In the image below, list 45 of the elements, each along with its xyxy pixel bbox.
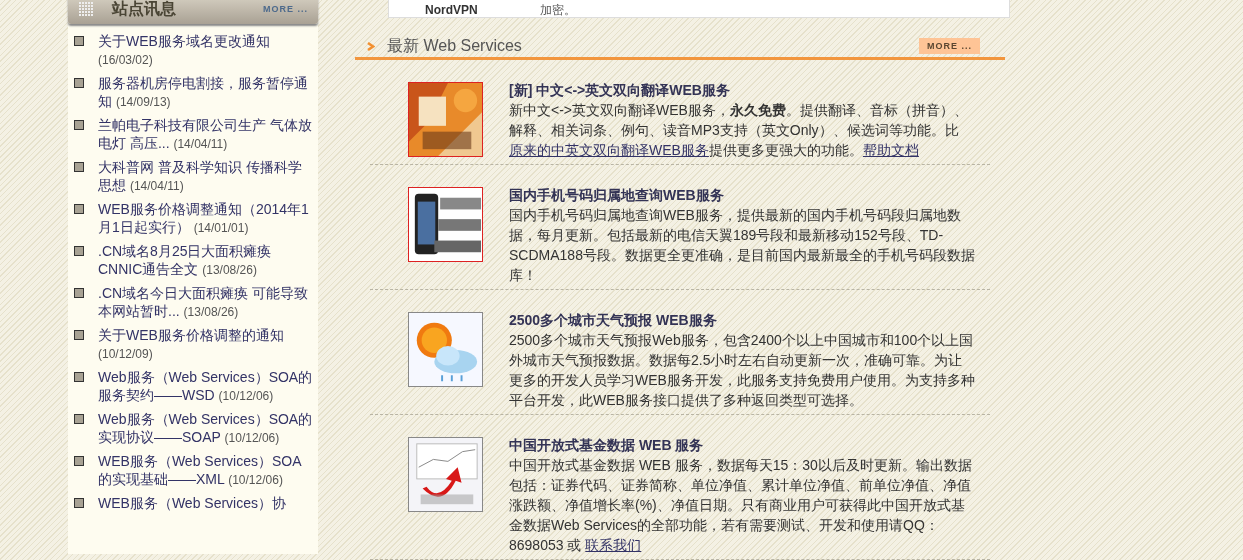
bullet-icon: [74, 456, 84, 466]
section-title: 最新 Web Services: [387, 35, 523, 56]
service-title[interactable]: 国内手机号码归属地查询WEB服务: [509, 185, 975, 205]
news-link[interactable]: .CN域名8月25日大面积瘫痪 CNNIC通告全文 (13/08/26): [98, 242, 314, 279]
provider-text: 加密。: [539, 4, 576, 17]
bullet-icon: [74, 288, 84, 298]
weather-thumbnail[interactable]: [408, 312, 483, 387]
text-link[interactable]: 帮助文档: [862, 142, 919, 158]
news-link[interactable]: 关于WEB服务域名更改通知 (16/03/02): [98, 32, 314, 69]
news-link[interactable]: Web服务（Web Services）SOA的服务契约——WSD (10/12/06): [98, 368, 314, 405]
sidebar-title: 站点讯息: [112, 0, 177, 19]
bullet-icon: [74, 498, 84, 508]
service-description: 国内手机号码归属地查询WEB服务，提供最新的国内手机号码段归属地数据，每月更新。包括最新的电信天翼189号段和最新移动152号段、TD-SCDMA188号段。数据更全更准确，是目前国内最新最全的手机号码段数据库！: [509, 206, 975, 285]
news-link[interactable]: 兰帕电子科技有限公司生产 气体放电灯 高压... (14/04/11): [98, 116, 314, 153]
service-title[interactable]: 中国开放式基金数据 WEB 服务: [509, 435, 975, 455]
bullet-icon: [74, 372, 84, 382]
news-link[interactable]: 服务器机房停电割接，服务暂停通知 (14/09/13): [98, 74, 314, 111]
fund-chart-thumbnail[interactable]: [408, 437, 483, 512]
bullet-icon: [74, 36, 84, 46]
text-link[interactable]: 联系我们: [585, 537, 642, 553]
news-link[interactable]: 关于WEB服务价格调整的通知 (10/12/09): [98, 326, 314, 363]
bullet-icon: [74, 204, 84, 214]
bullet-icon: [74, 120, 84, 130]
bullet-icon: [74, 246, 84, 256]
news-link[interactable]: .CN域名今日大面积瘫痪 可能导致本网站暂时... (13/08/26): [98, 284, 314, 321]
provider-name: NordVPN: [425, 4, 478, 17]
grid-icon: [78, 1, 94, 17]
bullet-icon: [74, 330, 84, 340]
service-title[interactable]: 2500多个城市天气预报 WEB服务: [509, 310, 975, 330]
text-link[interactable]: 原来的中英文双向翻译WEB服务: [509, 142, 709, 158]
bullet-icon: [74, 78, 84, 88]
news-link[interactable]: WEB服务（Web Services）协: [98, 494, 286, 512]
more-button[interactable]: MORE ...: [919, 38, 980, 54]
bullet-icon: [74, 414, 84, 424]
translation-thumbnail[interactable]: [408, 82, 483, 157]
news-link[interactable]: 大科普网 普及科学知识 传播科学思想 (14/04/11): [98, 158, 314, 195]
phone-thumbnail[interactable]: [408, 187, 483, 262]
service-description: 新中文<->英文双向翻译WEB服务，永久免费。提供翻译、音标（拼音）、解释、相关词条、例句、读音MP3支持（英文Only）、候选词等功能。比 原来的中英文双向翻译WEB服务提供更多更强大的功能。帮助文档: [509, 101, 969, 160]
service-description: 中国开放式基金数据 WEB 服务，数据每天15：30以后及时更新。输出数据包括：证券代码、证券简称、单位净值、累计单位净值、前单位净值、净值涨跌额、净值增长率(%)、净值日期。只有商业用户可获得此中国开放式基金数据Web Services的全部功能，若有需要测试、开发和使用请QQ：8698053 或 联系我们: [509, 456, 973, 555]
service-description: 2500多个城市天气预报Web服务，包含2400个以上中国城市和100个以上国外城市天气预报数据。数据每2.5小时左右自动更新一次，准确可靠。为让更多的开发人员学习WEB服务开发，此服务支持免费用户使用。为支持多种平台开发，此WEB服务接口提供了多种返回类型可选择。: [509, 331, 975, 410]
news-link[interactable]: WEB服务（Web Services）SOA的实现基础——XML (10/12/06): [98, 452, 314, 489]
news-link[interactable]: Web服务（Web Services）SOA的实现协议——SOAP (10/12/06): [98, 410, 314, 447]
service-title[interactable]: [新] 中文<->英文双向翻译WEB服务: [509, 80, 975, 100]
bullet-icon: [74, 162, 84, 172]
news-link[interactable]: WEB服务价格调整通知（2014年1月1日起实行） (14/01/01): [98, 200, 314, 237]
